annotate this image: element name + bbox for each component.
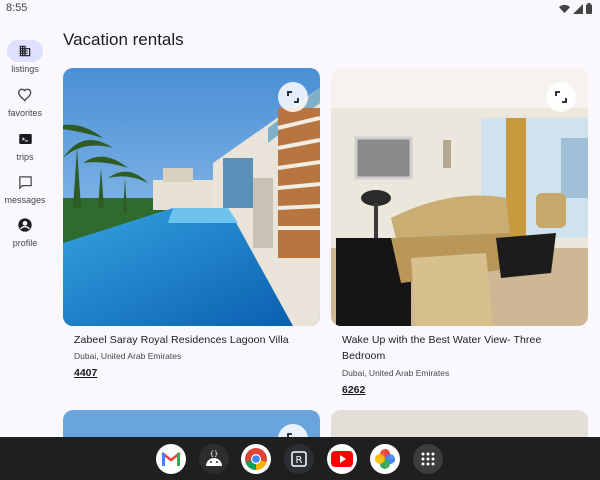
listing-price: 4407 [74,367,98,379]
android-dev-icon[interactable]: {} [199,444,229,474]
listing-price: 6262 [342,384,366,396]
svg-text:{}: {} [210,450,218,458]
rail-item-messages[interactable]: messages [0,171,50,205]
expand-photo-button[interactable] [278,82,308,112]
battery-icon [586,3,592,14]
rail-label-favorites: favorites [7,108,42,118]
listing-title: Wake Up with the Best Water View- Three … [342,334,542,362]
listing-photo-image [331,410,588,437]
android-glyph: {} [206,450,222,466]
svg-text:R: R [296,455,303,466]
rail-label-listings: listings [11,64,39,74]
heart-icon [17,88,32,102]
wifi-icon [559,4,570,13]
rail-label-profile: profile [12,238,38,248]
listing-photo-pool-villa[interactable] [63,68,320,326]
listing-location: Dubai, United Arab Emirates [342,368,450,378]
reply-app-icon[interactable]: R [284,444,314,474]
listing-card[interactable]: Wake Up with the Best Water View- Three … [331,68,588,403]
expand-photo-button[interactable] [546,82,576,112]
page-title: Vacation rentals [63,30,184,49]
listing-photo-living-room[interactable] [331,68,588,326]
listing-title: Zabeel Saray Royal Residences Lagoon Vil… [74,334,289,346]
status-icons [559,3,592,14]
expand-icon [555,91,567,103]
rail-item-trips[interactable]: trips [0,128,50,162]
app-drawer-icon[interactable] [413,444,443,474]
building-icon [19,45,31,57]
rail-item-listings[interactable]: listings [0,40,50,74]
gmail-icon[interactable] [156,444,186,474]
chrome-icon[interactable] [241,444,271,474]
signal-icon [573,3,583,14]
app-dock: {} R [0,437,600,480]
rail-item-favorites[interactable]: favorites [0,84,50,118]
gmail-glyph [161,452,181,466]
listing-photo[interactable] [63,410,320,437]
status-time: 8:55 [6,2,28,14]
rail-label-trips: trips [16,152,34,162]
expand-icon [287,91,299,103]
ticket-icon [18,134,32,144]
account-circle-icon [18,218,32,232]
grid-glyph [421,452,435,466]
photos-icon[interactable] [370,444,400,474]
youtube-glyph [331,451,353,467]
listing-location: Dubai, United Arab Emirates [74,351,182,361]
listing-card[interactable]: Zabeel Saray Royal Residences Lagoon Vil… [63,68,320,388]
youtube-icon[interactable] [327,444,357,474]
taskbar: {} R [0,437,600,480]
status-bar: 8:55 [0,0,600,18]
photos-glyph [375,449,395,469]
rail-label-messages: messages [4,195,46,205]
listing-photo[interactable] [331,410,588,437]
reply-glyph: R [291,451,307,467]
rail-item-profile[interactable]: profile [0,214,50,248]
chrome-glyph [245,448,267,470]
chat-icon [18,175,32,190]
